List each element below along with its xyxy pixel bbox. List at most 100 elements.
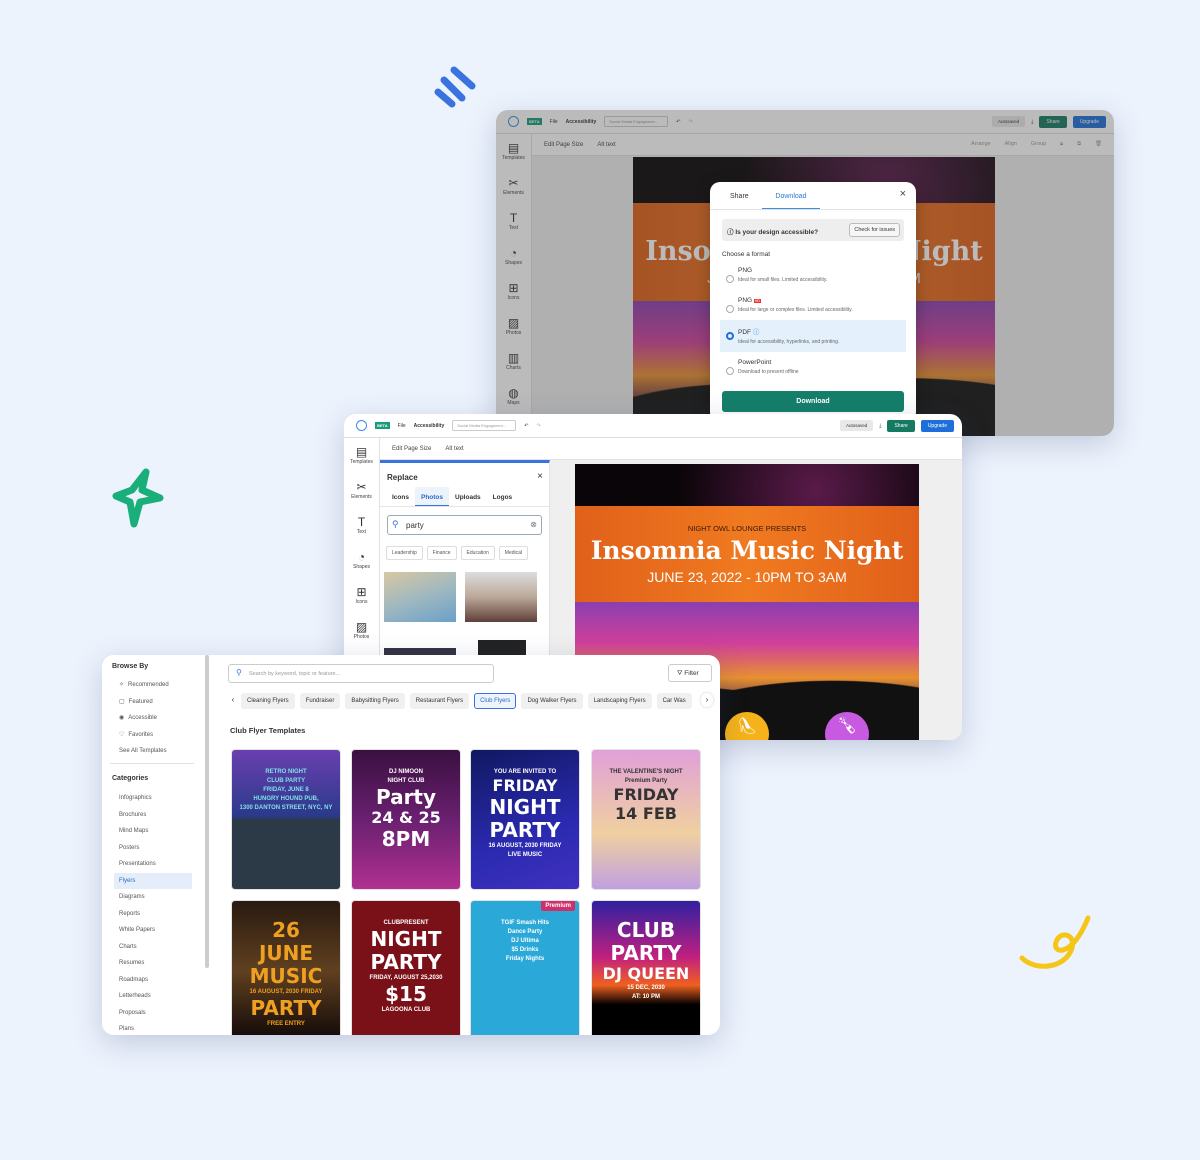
close-icon[interactable]: ×	[900, 188, 906, 200]
download-button[interactable]: Download	[722, 391, 904, 412]
browse-by-heading: Browse By	[112, 663, 149, 670]
category-item[interactable]: Plans	[102, 1021, 202, 1035]
filter-chip[interactable]: Babysitting Flyers	[345, 693, 405, 709]
template-text: NIGHT	[370, 927, 442, 951]
browse-item[interactable]: ♡ Favorites	[102, 727, 202, 744]
tab-uploads[interactable]: Uploads	[449, 487, 487, 506]
sidebar-item-elements[interactable]: ✂ Elements	[344, 473, 379, 508]
radio[interactable]	[726, 305, 734, 313]
radio[interactable]	[726, 275, 734, 283]
flyer-presenter[interactable]: NIGHT OWL LOUNGE PRESENTS	[575, 524, 919, 533]
category-item[interactable]: Infographics	[102, 790, 202, 807]
sidebar-item-photos[interactable]: ▨ Photos	[344, 613, 379, 648]
tab-icons[interactable]: Icons	[386, 487, 415, 506]
filter-chip[interactable]: Car Was	[656, 693, 692, 709]
chip-finance[interactable]: Finance	[426, 546, 457, 560]
format-option-pdf[interactable]: PDF ⓘ Ideal for accessibility, hyperlinks…	[720, 320, 906, 352]
radio[interactable]	[726, 367, 734, 375]
category-item[interactable]: Flyers	[114, 872, 192, 889]
template-card[interactable]: YOU ARE INVITED TO FRIDAY NIGHT PARTY 16 AUG…	[471, 750, 579, 889]
category-item[interactable]: Reports	[102, 906, 202, 923]
hd-badge: HD	[753, 299, 761, 303]
icons-icon: ⊞	[356, 585, 367, 599]
category-item[interactable]: Mind Maps	[102, 823, 202, 840]
category-item[interactable]: Charts	[102, 939, 202, 956]
close-icon[interactable]: ×	[537, 471, 543, 482]
category-item[interactable]: Resumes	[102, 955, 202, 972]
check-for-issues-button[interactable]: Check for issues	[849, 223, 900, 237]
tab-photos[interactable]: Photos	[414, 487, 450, 506]
accessibility-menu[interactable]: Accessibility	[414, 423, 445, 429]
browse-item[interactable]: See All Templates	[102, 743, 202, 760]
template-text: FRIDAY, JUNE 8	[263, 787, 309, 793]
template-text: NIGHT	[489, 795, 561, 819]
chip-leadership[interactable]: Leadership	[386, 546, 423, 560]
category-item[interactable]: White Papers	[102, 922, 202, 939]
template-text: PARTY	[250, 996, 322, 1020]
filter-chip[interactable]: Restaurant Flyers	[409, 693, 470, 709]
template-card[interactable]: CLUB PARTY DJ QUEEN 15 DEC, 2030 AT: 10 PM	[592, 901, 700, 1035]
category-item[interactable]: Roadmaps	[102, 972, 202, 989]
template-card[interactable]: TGIF Smash Hits Dance Party DJ Ultima $5 Dr…	[471, 901, 579, 1035]
browse-item[interactable]: ▢ Featured	[102, 694, 202, 711]
flyer-title[interactable]: Insomnia Music Night	[575, 536, 919, 565]
blue-strokes-decoration	[434, 66, 476, 108]
alt-text-button[interactable]: Alt text	[445, 446, 463, 452]
category-item[interactable]: Presentations	[102, 856, 202, 873]
photo-category-chips: Leadership Finance Education Medical	[386, 546, 529, 560]
filter-chip[interactable]: Fundraiser	[299, 693, 341, 709]
photo-search-input[interactable]: ⚲ party ⊗	[387, 515, 542, 535]
share-button[interactable]: Share	[887, 419, 915, 432]
category-item[interactable]: Proposals	[102, 1005, 202, 1022]
format-option-powerpoint[interactable]: PowerPoint Download to present offline	[720, 357, 906, 387]
sidebar-item-templates[interactable]: ▤ Templates	[344, 438, 379, 473]
sidebar-item-icons[interactable]: ⊞ Icons	[344, 578, 379, 613]
document-name-input[interactable]: Social Media Engagemen...	[452, 420, 517, 431]
clear-search-icon[interactable]: ⊗	[530, 520, 537, 529]
filter-chip[interactable]: Club Flyers	[474, 693, 517, 709]
category-item[interactable]: Letterheads	[102, 988, 202, 1005]
tab-share[interactable]: Share	[730, 193, 749, 200]
category-item[interactable]: Diagrams	[102, 889, 202, 906]
chip-medical[interactable]: Medical	[498, 546, 529, 560]
undo-icon[interactable]: ↶	[524, 423, 528, 429]
category-item[interactable]: Brochures	[102, 807, 202, 824]
template-card[interactable]: 26 JUNE MUSIC 16 AUGUST, 2030 FRIDAY PARTY FR…	[232, 901, 340, 1035]
template-text: FRIDAY	[613, 785, 679, 804]
template-card[interactable]: CLUBPRESENT NIGHT PARTY FRIDAY, AUGUST 25,2…	[352, 901, 460, 1035]
filter-chip[interactable]: Landscaping Flyers	[587, 693, 652, 709]
edit-page-size-button[interactable]: Edit Page Size	[392, 446, 431, 452]
browse-item[interactable]: ✧ Recommended	[102, 677, 202, 694]
photo-result[interactable]	[465, 572, 537, 622]
download-icon[interactable]: ⤓	[879, 423, 881, 429]
sidebar-item-text[interactable]: T Text	[344, 508, 379, 543]
filter-chip[interactable]: Dog Walker Flyers	[521, 693, 583, 709]
browse-item[interactable]: ◉ Accessible	[102, 710, 202, 727]
flyer-date[interactable]: JUNE 23, 2022 - 10PM TO 3AM	[575, 569, 919, 585]
chips-prev-arrow[interactable]: ‹	[228, 693, 238, 707]
tab-download[interactable]: Download	[762, 182, 820, 209]
redo-icon[interactable]: ↷	[536, 423, 540, 429]
radio-selected[interactable]	[726, 332, 734, 340]
sidebar-scrollbar[interactable]	[205, 655, 209, 968]
template-search-input[interactable]: ⚲ Search by keyword, topic or feature...	[228, 664, 494, 683]
filter-button[interactable]: ⛛ Filter	[668, 664, 712, 682]
sidebar-item-label: Templates	[350, 459, 373, 465]
tab-logos[interactable]: Logos	[487, 487, 519, 506]
template-card[interactable]: RETRO NIGHT CLUB PARTY FRIDAY, JUNE 8 HUNGR…	[232, 750, 340, 889]
filter-chip[interactable]: Cleaning Flyers	[241, 693, 295, 709]
chip-education[interactable]: Education	[460, 546, 495, 560]
photo-result[interactable]	[384, 572, 456, 622]
category-item[interactable]: Posters	[102, 840, 202, 857]
file-menu[interactable]: File	[398, 423, 406, 429]
template-text: THE VALENTINE'S NIGHT	[609, 769, 683, 775]
template-card[interactable]: THE VALENTINE'S NIGHT Premium Party FRIDAY…	[592, 750, 700, 889]
format-option-png[interactable]: PNG Ideal for small files. Limited access…	[720, 265, 906, 295]
template-card[interactable]: DJ NIMOON NIGHT CLUB Party 24 & 25 8PM	[352, 750, 460, 889]
upgrade-button[interactable]: Upgrade	[920, 419, 954, 432]
template-text: CLUB PARTY	[266, 778, 306, 784]
template-text: YOU ARE INVITED TO	[493, 769, 557, 775]
chips-next-arrow[interactable]: ›	[701, 693, 713, 707]
browse-item-label: Favorites	[128, 731, 154, 738]
sidebar-item-shapes[interactable]: ◔ Shapes	[344, 543, 379, 578]
